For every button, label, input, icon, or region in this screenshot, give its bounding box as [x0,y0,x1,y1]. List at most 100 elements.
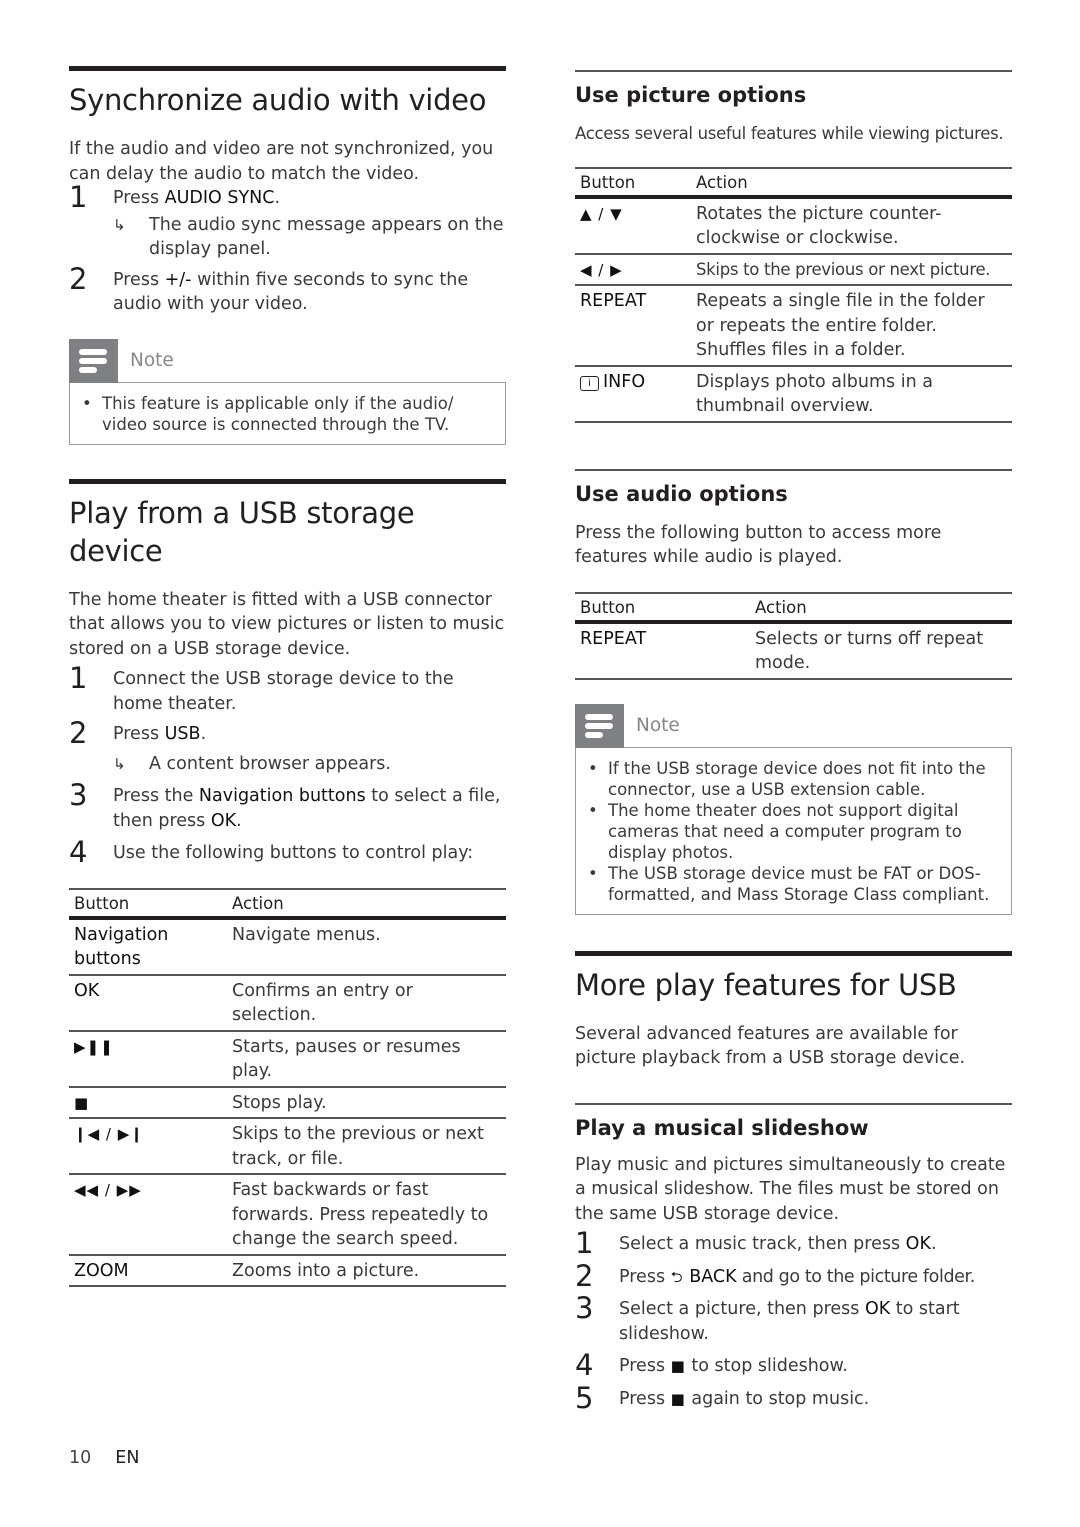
column-header: Button [575,591,750,624]
step-number: 5 [575,1380,594,1415]
picture-options-table: Button Action ▲ / ▼ Rotates the picture … [575,166,1012,423]
button-cell: ▶❚❚ [69,1030,227,1088]
column-header: Action [691,166,1012,199]
note-item: The home theater does not support digita… [588,800,999,863]
section-more-usb-features: More play features for USB Several advan… [575,950,1012,1071]
steps-list: 1 Select a music track, then press OK. 2… [575,1226,1012,1415]
note-body: If the USB storage device does not fit i… [575,746,1012,915]
left-right-arrows-icon: ◀ / ▶ [580,260,623,279]
section-intro: Press the following button to access mor… [575,522,942,568]
result-arrow-icon: ↳ [113,215,126,234]
button-cell: ▲ / ▼ [575,196,691,255]
button-cell: Navigation buttons [69,917,227,976]
note-title: Note [130,349,174,371]
step-item: 1 Connect the USB storage device to the … [69,661,454,714]
note-header: Note [69,338,506,383]
stop-icon: ■ [670,1389,686,1408]
note-icon [575,703,624,748]
step-result: ↳ A content browser appears. [113,752,506,777]
button-cell: REPEAT [575,285,691,367]
table-row: ▲ / ▼ Rotates the picture counter-clockw… [575,196,1012,255]
table-row: ZOOM Zooms into a picture. [69,1254,506,1287]
column-header: Button [575,166,691,199]
action-cell: Skips to the previous or next track, or … [227,1118,506,1175]
table-header-row: Button Action [575,166,1012,199]
section-title: Use picture options [575,83,807,107]
action-cell: Confirms an entry or selection. [227,974,506,1032]
audio-options-table: Button Action REPEAT Selects or turns of… [575,591,1012,680]
note-body: This feature is applicable only if the a… [69,381,506,445]
section-rule [575,1102,1012,1105]
button-cell: ■ [69,1086,227,1119]
right-column: Use picture options Access several usefu… [575,70,1012,1415]
section-rule [69,66,506,71]
button-cell: OK [69,974,227,1032]
back-icon: ⮌ [670,1267,684,1286]
rewind-fastforward-icon: ◀◀ / ▶▶ [74,1181,142,1199]
action-cell: Navigate menus. [227,917,506,976]
section-title: Play from a USB storage device [69,495,415,568]
note-icon [69,338,118,383]
step-number: 3 [575,1291,594,1325]
info-icon: i [580,375,599,391]
section-intro: If the audio and video are not synchroni… [69,139,494,184]
key-label: Navigation buttons [198,786,366,806]
note-box: Note If the USB storage device does not … [575,703,1012,915]
button-cell: ◀ / ▶ [575,253,691,286]
step-number: 4 [575,1348,594,1382]
play-pause-icon: ▶❚❚ [74,1037,114,1056]
section-rule [575,950,1012,956]
section-rule [69,478,506,484]
key-label: OK [905,1234,931,1254]
step-number: 4 [69,835,88,869]
column-header: Button [69,887,227,920]
step-item: 2 Press USB. ↳ A content browser appears. [69,718,506,777]
button-cell: ❙◀ / ▶❙ [69,1118,227,1175]
note-item: If the USB storage device does not fit i… [588,758,999,800]
step-number: 1 [69,180,88,214]
button-cell: ◀◀ / ▶▶ [69,1174,227,1256]
table-row: i INFO Displays photo albums in a thumbna… [575,365,1012,423]
step-number: 1 [575,1226,594,1260]
table-row: ◀ / ▶ Skips to the previous or next pict… [575,253,1012,286]
key-label: USB [164,724,201,744]
note-header: Note [575,703,1012,748]
action-cell: Repeats a single file in the folder or r… [691,285,1012,367]
step-item: 2 Press ⮌ BACK and go to the picture fol… [575,1258,975,1293]
page-footer: 10 EN [69,1448,139,1468]
left-column: Synchronize audio with video If the audi… [69,66,506,1287]
step-item: 1 Select a music track, then press OK. [575,1226,937,1260]
table-row: Navigation buttons Navigate menus. [69,917,506,976]
step-item: 3 Select a picture, then press OK to sta… [575,1291,960,1344]
action-cell: Skips to the previous or next picture. [691,253,1012,286]
step-item: 5 Press ■ again to stop music. [575,1380,870,1415]
page-number: 10 [69,1448,92,1468]
step-item: 2 Press +/- within five seconds to sync … [69,261,469,315]
column-header: Action [227,887,506,920]
step-item: 1 Press AUDIO SYNC. ↳ The audio sync mess… [69,182,506,262]
step-item: 4 Press ■ to stop slideshow. [575,1348,848,1382]
step-item: 4 Use the following buttons to control p… [69,835,474,869]
note-item: This feature is applicable only if the a… [82,393,493,435]
key-label: OK [210,810,237,831]
section-rule [575,70,1012,72]
column-header: Action [750,591,1012,624]
section-usb-play: Play from a USB storage device The home … [69,478,506,1288]
stop-icon: ■ [670,1357,686,1375]
action-cell: Fast backwards or fast forwards. Press r… [227,1174,506,1256]
step-number: 2 [69,261,88,296]
button-cell: ZOOM [69,1254,227,1287]
section-title: Use audio options [575,481,788,506]
table-row: OK Confirms an entry or selection. [69,974,506,1032]
table-header-row: Button Action [575,591,1012,624]
section-intro: Access several useful features while vie… [575,124,1004,143]
key-label: +/- [164,269,192,290]
note-box: Note This feature is applicable only if … [69,338,506,445]
action-cell: Starts, pauses or resumes play. [227,1030,506,1088]
section-intro: The home theater is fitted with a USB co… [69,589,505,659]
usb-controls-table: Button Action Navigation buttons Navigat… [69,887,506,1288]
up-down-arrows-icon: ▲ / ▼ [580,204,623,223]
table-row: REPEAT Selects or turns off repeat mode. [575,621,1012,680]
steps-list: 1 Press AUDIO SYNC. ↳ The audio sync mess… [69,182,506,317]
step-number: 2 [575,1258,594,1293]
